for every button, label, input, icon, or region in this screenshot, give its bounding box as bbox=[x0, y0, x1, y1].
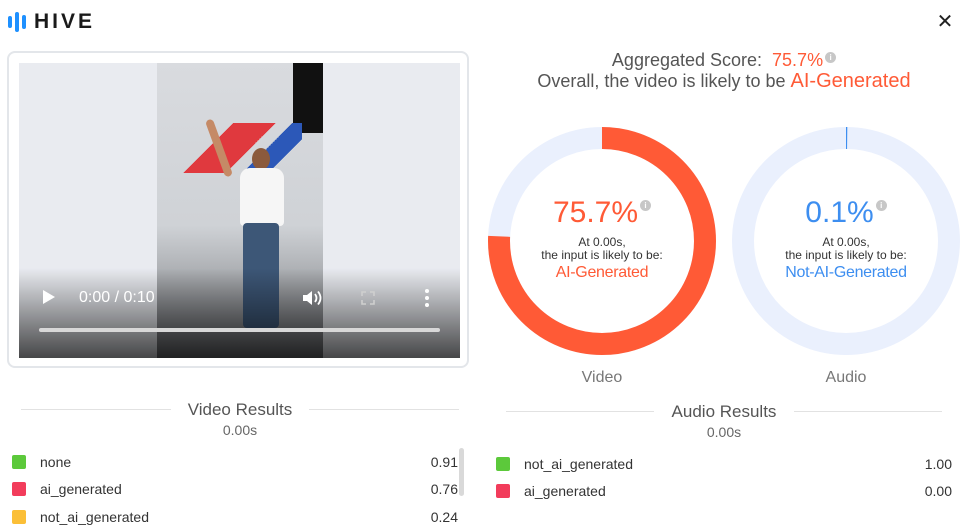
video-card: 0:00 / 0:10 bbox=[7, 51, 469, 368]
video-results-header: Video Results 0.00s bbox=[171, 400, 309, 438]
audio-donut-caption: Audio bbox=[825, 369, 867, 386]
video-results-time: 0.00s bbox=[222, 422, 258, 438]
result-value: 0.76 bbox=[430, 481, 458, 497]
divider bbox=[506, 411, 654, 412]
result-value: 0.91 bbox=[430, 454, 458, 470]
results-scrollbar[interactable] bbox=[459, 448, 464, 496]
audio-result-row-not-ai-generated: not_ai_generated 1.00 bbox=[496, 453, 952, 475]
video-result-row-ai-generated: ai_generated 0.76 bbox=[12, 478, 458, 500]
result-value: 0.00 bbox=[924, 483, 952, 499]
close-button[interactable]: ✕ bbox=[933, 10, 957, 34]
video-player[interactable]: 0:00 / 0:10 bbox=[19, 63, 460, 358]
audio-results-time: 0.00s bbox=[706, 424, 742, 440]
info-icon[interactable]: i bbox=[640, 200, 652, 211]
aggregated-score-label: Aggregated Score: bbox=[611, 50, 763, 70]
audio-results-title: Audio Results bbox=[671, 402, 777, 421]
audio-score-note-text: the input is likely to be: bbox=[785, 248, 907, 262]
video-result-row-not-ai-generated: not_ai_generated 0.24 bbox=[12, 506, 458, 528]
video-score-note-text: the input is likely to be: bbox=[541, 248, 663, 262]
result-label: none bbox=[40, 454, 72, 470]
aggregated-score: Aggregated Score: 75.7% i bbox=[490, 50, 958, 71]
info-icon[interactable]: i bbox=[825, 52, 837, 63]
divider bbox=[794, 411, 942, 412]
info-icon[interactable]: i bbox=[875, 200, 887, 211]
overall-verdict-prefix: Overall, the video is likely to be bbox=[537, 71, 786, 91]
audio-score-verdict: Not-AI-Generated bbox=[785, 264, 907, 281]
video-progress-bar[interactable] bbox=[39, 328, 440, 332]
result-label: not_ai_generated bbox=[40, 509, 149, 525]
video-time: 0:00 / 0:10 bbox=[79, 289, 155, 306]
legend-swatch bbox=[12, 455, 26, 469]
video-score-donut: 75.7% i At 0.00s, the input is likely to … bbox=[485, 124, 719, 358]
legend-swatch bbox=[12, 510, 26, 524]
result-label: not_ai_generated bbox=[524, 456, 633, 472]
fullscreen-icon[interactable] bbox=[361, 291, 375, 305]
audio-result-row-ai-generated: ai_generated 0.00 bbox=[496, 480, 952, 502]
overall-verdict-value: AI-Generated bbox=[790, 70, 911, 92]
video-score-percent: 75.7% bbox=[552, 196, 639, 229]
more-options-icon[interactable] bbox=[425, 289, 429, 307]
result-value: 1.00 bbox=[924, 456, 952, 472]
video-result-row-none: none 0.91 bbox=[12, 451, 458, 473]
result-value: 0.24 bbox=[430, 509, 458, 525]
divider bbox=[21, 409, 171, 410]
video-results-title: Video Results bbox=[187, 400, 293, 419]
video-score-verdict: AI-Generated bbox=[555, 264, 649, 281]
audio-score-percent: 0.1% bbox=[805, 196, 874, 229]
logo-text: HIVE bbox=[34, 10, 96, 33]
legend-swatch bbox=[12, 482, 26, 496]
result-label: ai_generated bbox=[40, 481, 122, 497]
hive-logo: HIVE bbox=[8, 10, 95, 34]
audio-score-donut: 0.1% i At 0.00s, the input is likely to b… bbox=[729, 124, 963, 358]
audio-results-header: Audio Results 0.00s bbox=[654, 402, 794, 440]
hive-bars-icon bbox=[8, 12, 26, 32]
video-donut-caption: Video bbox=[581, 369, 623, 386]
aggregated-score-value: 75.7% bbox=[772, 50, 824, 70]
legend-swatch bbox=[496, 484, 510, 498]
play-icon[interactable] bbox=[43, 290, 55, 304]
result-label: ai_generated bbox=[524, 483, 606, 499]
volume-icon[interactable] bbox=[303, 290, 325, 306]
divider bbox=[309, 409, 459, 410]
overall-verdict: Overall, the video is likely to be AI-Ge… bbox=[490, 70, 958, 93]
legend-swatch bbox=[496, 457, 510, 471]
